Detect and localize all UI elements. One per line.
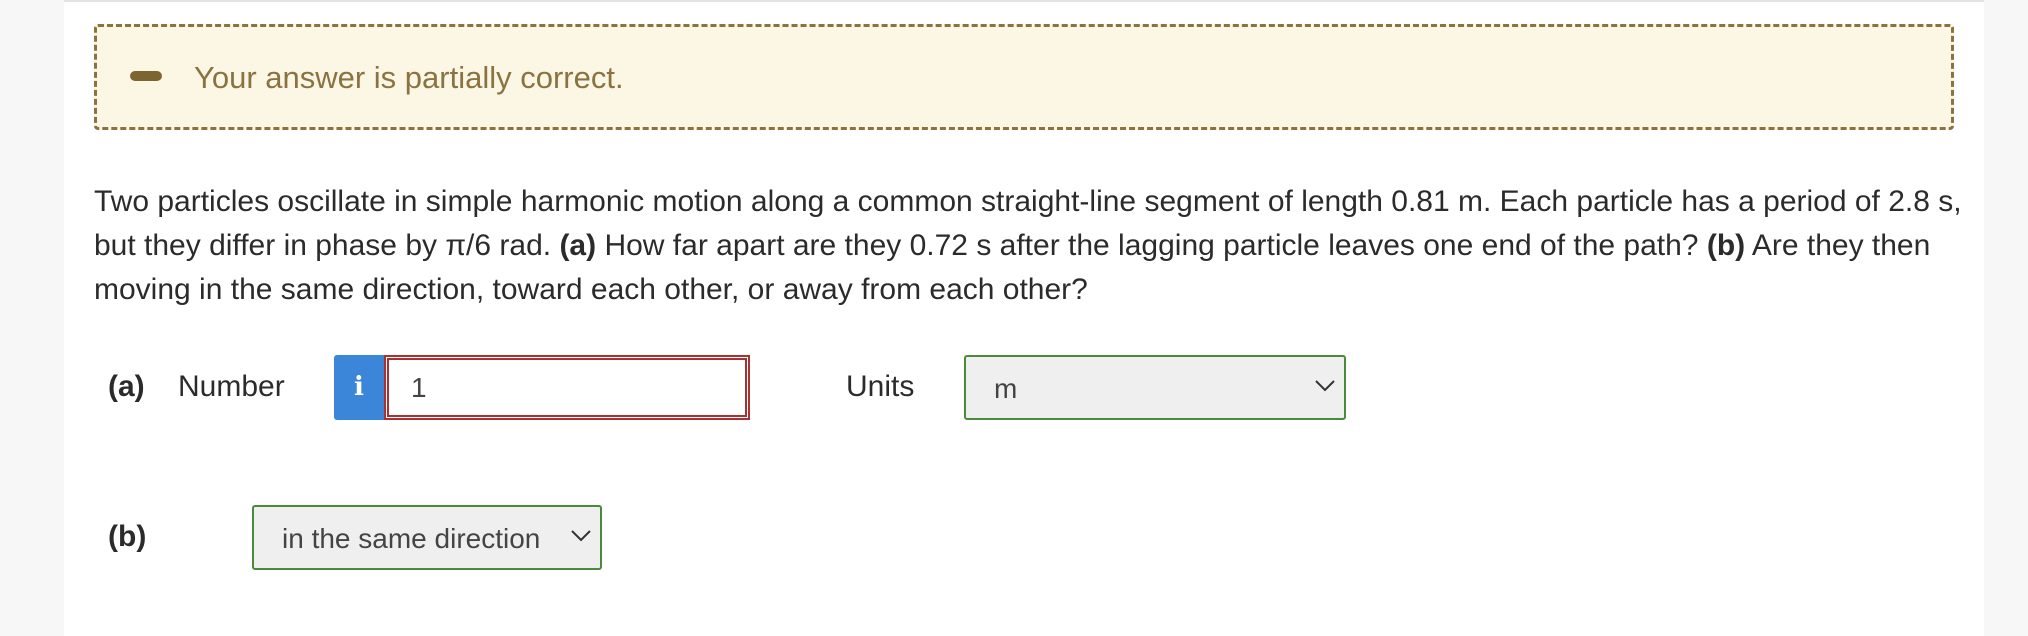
- units-select-value: m: [994, 373, 1018, 404]
- number-label: Number: [178, 370, 285, 403]
- question-part-a-tag: (a): [559, 229, 597, 262]
- question-page: Your answer is partially correct. Two pa…: [64, 0, 1984, 636]
- question-text: Two particles oscillate in simple harmon…: [94, 180, 1974, 312]
- feedback-message: Your answer is partially correct.: [194, 60, 624, 95]
- info-icon: i: [354, 372, 364, 402]
- part-b-row: (b) in the same direction: [108, 505, 608, 571]
- units-select[interactable]: m: [964, 355, 1346, 420]
- minus-icon: [130, 71, 162, 81]
- number-input[interactable]: 1: [384, 355, 750, 420]
- part-b-label: (b): [108, 520, 147, 553]
- part-a-row: (a) Number i 1 Units m: [108, 355, 1358, 421]
- part-a-label: (a): [108, 370, 145, 403]
- direction-select[interactable]: in the same direction: [252, 505, 602, 570]
- info-button[interactable]: i: [334, 355, 384, 420]
- question-part-b-tag: (b): [1706, 229, 1746, 262]
- chevron-down-icon: [571, 530, 591, 542]
- units-label: Units: [846, 370, 915, 403]
- direction-select-value: in the same direction: [282, 523, 541, 554]
- feedback-banner: Your answer is partially correct.: [94, 24, 1954, 130]
- question-part-a-text: How far apart are they 0.72 s after the …: [604, 229, 1699, 262]
- chevron-down-icon: [1315, 380, 1335, 392]
